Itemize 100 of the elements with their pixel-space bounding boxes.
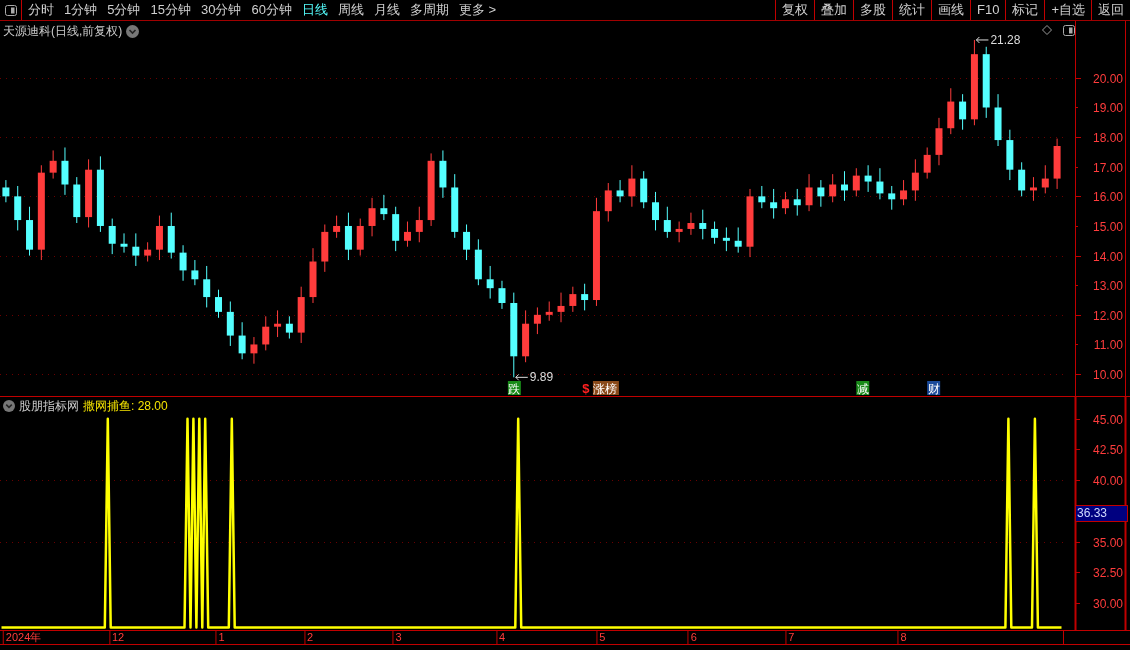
candlestick [155,215,163,261]
period-tab[interactable]: 30分钟 [200,0,242,20]
period-tab[interactable]: 日线 [301,0,328,20]
toolbar-button[interactable]: 多股 [853,0,892,20]
candlestick [61,146,69,196]
diamond-icon[interactable] [1042,25,1052,35]
candlestick [415,206,423,243]
toolbar-button[interactable]: 统计 [892,0,931,20]
signal-tag: 减 [856,381,870,396]
axis-label: 35.00 [1092,536,1123,550]
axis-label: 30.00 [1092,597,1123,611]
price-marker-arrow [515,373,529,381]
axis-label: 10.00 [1092,368,1123,382]
candlestick [781,191,789,215]
candlestick [711,221,719,245]
axis-label: 16.00 [1092,190,1123,204]
toolbar-button[interactable]: +自选 [1044,0,1091,20]
candlestick [675,221,683,243]
candlestick [699,209,707,240]
candlestick [191,259,199,286]
candlestick [557,292,565,323]
axis-label: 14.00 [1092,250,1123,264]
candlestick [132,232,140,267]
toolbar-button[interactable]: F10 [970,0,1006,20]
candlestick [923,146,931,180]
dropdown-icon[interactable] [3,400,15,412]
candlestick [333,215,341,239]
candlestick [829,173,837,203]
candlestick [49,149,57,180]
candlestick [144,241,152,263]
candlestick [734,226,742,254]
candlestick [262,315,270,351]
candlestick [179,244,187,282]
date-axis-label: 2 [304,631,314,644]
candlestick [203,265,211,308]
period-tab[interactable]: 多周期 [409,0,449,20]
candlestick [888,185,896,211]
candlestick [959,93,967,131]
candlestick [900,179,908,206]
candlestick [1029,176,1037,202]
period-tab[interactable]: 分时 [28,0,54,20]
candlestick [793,188,801,217]
toolbar-button[interactable]: 复权 [775,0,814,20]
signal-tag: 跌 [507,381,521,396]
price-marker-arrow [975,36,989,44]
candlestick [581,283,589,311]
axis-label: 17.00 [1092,161,1123,175]
candlestick [274,309,282,338]
candlestick [533,306,541,335]
period-tab[interactable]: 5分钟 [107,0,141,20]
period-tab[interactable]: 60分钟 [251,0,292,20]
candlestick [2,179,10,203]
candlestick [852,167,860,197]
toolbar-button[interactable]: 标记 [1005,0,1045,20]
period-tab[interactable]: 更多 > [458,0,497,20]
axis-label: 12.00 [1092,309,1123,323]
candlestick [380,194,388,221]
candlestick [108,218,116,255]
period-tab[interactable]: 1分钟 [64,0,98,20]
panel-icon[interactable] [1063,25,1075,36]
candlestick [652,191,660,231]
period-tab[interactable]: 周线 [337,0,364,20]
axis-label: 18.00 [1092,131,1123,145]
axis-label: 42.50 [1092,443,1123,457]
date-axis-label: 12 [108,631,125,644]
candlestick [770,188,778,220]
signal-tag: 财 [927,381,941,396]
candlestick [805,173,813,212]
dropdown-icon[interactable] [126,24,140,38]
candlestick [604,182,612,223]
price-marker-label: 9.89 [529,370,554,385]
candlestick [616,179,624,203]
candlestick [864,164,872,193]
candlestick [14,185,22,231]
date-axis-label: 2024年 [2,631,42,644]
candlestick [368,197,376,237]
candlestick [344,212,352,261]
panel-icon [4,4,17,16]
candlestick [722,226,730,252]
candlestick [238,321,246,360]
period-tab[interactable]: 月线 [373,0,400,20]
axis-label: 13.00 [1092,279,1123,293]
toolbar-button[interactable]: 返回 [1091,0,1130,20]
period-tab[interactable]: 15分钟 [150,0,191,20]
axis-label: 32.50 [1092,566,1123,580]
cursor-value-label: 36.33 [1075,505,1128,522]
axis-label: 40.00 [1092,474,1123,488]
candlestick [758,185,766,209]
candlestick [876,167,884,200]
date-axis-label: 4 [495,631,506,644]
signal-tag: 涨榜 [592,381,619,396]
toolbar-button[interactable]: 画线 [931,0,970,20]
date-axis-label: 8 [897,631,907,644]
axis-label: 15.00 [1092,220,1123,234]
candlestick [545,301,553,322]
indicator-reading: 撒网捕鱼: 28.00 [83,399,168,413]
price-marker-label: 21.28 [990,32,1021,47]
axis-label: 45.00 [1092,413,1123,427]
toolbar-button[interactable]: 叠加 [814,0,853,20]
candlestick [356,218,364,257]
